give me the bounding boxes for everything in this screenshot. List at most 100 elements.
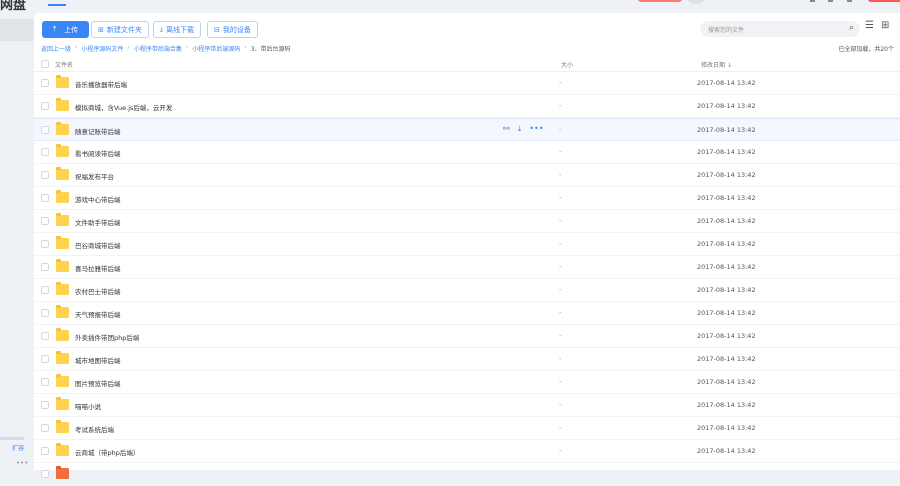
file-name[interactable]: 巴谷商城带后端 (75, 240, 121, 250)
table-row[interactable]: 模拟商城，含Vue.js后端，云开发 - 2017-08-14 13:42 (34, 95, 900, 118)
table-row[interactable]: 喜马拉雅带后端 - 2017-08-14 13:42 (34, 256, 900, 279)
folder-icon (56, 420, 69, 433)
file-name[interactable]: 图片预览带后端 (75, 378, 121, 388)
row-checkbox[interactable] (41, 332, 49, 340)
breadcrumb-item[interactable]: 小程序带后端源码 (192, 44, 240, 53)
table-row[interactable]: 天气预报带后端 - 2017-08-14 13:42 (34, 302, 900, 325)
file-date: 2017-08-14 13:42 (697, 194, 756, 202)
search-input[interactable]: 搜索您的文件 ⌕ (700, 21, 860, 37)
breadcrumb-item[interactable]: 小程序带后端合集 (134, 44, 182, 53)
column-date[interactable]: 修改日期 ↓ (701, 60, 732, 69)
file-name[interactable]: 喜马拉雅带后端 (75, 263, 121, 273)
row-checkbox[interactable] (41, 126, 49, 134)
file-name[interactable]: 城市地图带后端 (75, 355, 121, 365)
promo-button[interactable] (638, 0, 682, 2)
table-row[interactable]: 随意记账带后端 ⚯ ⤓ ••• - 2017-08-14 13:42 (34, 118, 900, 141)
file-name[interactable]: 文件助手带后端 (75, 217, 121, 227)
my-devices-button[interactable]: ⊟ 我的设备 (207, 21, 258, 38)
table-row[interactable]: 文件助手带后端 - 2017-08-14 13:42 (34, 210, 900, 233)
table-row[interactable]: 游戏中心带后端 - 2017-08-14 13:42 (34, 187, 900, 210)
table-row[interactable]: 城市地图带后端 - 2017-08-14 13:42 (34, 348, 900, 371)
row-checkbox[interactable] (41, 217, 49, 225)
file-name[interactable]: 模拟商城，含Vue.js后端，云开发 (75, 102, 172, 112)
more-icon[interactable]: ••• (529, 124, 543, 134)
table-row[interactable]: 音乐播放器带后端 - 2017-08-14 13:42 (34, 72, 900, 95)
table-row[interactable]: 外卖插件带团php后端 - 2017-08-14 13:42 (34, 325, 900, 348)
file-list: 音乐播放器带后端 -2017-08-14 13:42 模拟商城，含Vue.js后端，… (34, 72, 900, 486)
table-row[interactable]: 云商城（带php后端） - 2017-08-14 13:42 (34, 440, 900, 463)
avatar[interactable] (688, 0, 704, 4)
row-checkbox[interactable] (41, 171, 49, 179)
row-checkbox[interactable] (41, 424, 49, 432)
row-checkbox[interactable] (41, 263, 49, 271)
folder-icon (56, 259, 69, 272)
sort-icon[interactable]: ☰ (865, 20, 874, 31)
file-name[interactable]: 喵喵小说 (75, 401, 101, 411)
new-folder-button[interactable]: ⊞ 新建文件夹 (91, 21, 149, 38)
row-checkbox[interactable] (41, 447, 49, 455)
row-checkbox[interactable] (41, 286, 49, 294)
file-size: - (559, 401, 562, 409)
expand-storage-link[interactable]: 扩容 (12, 443, 24, 452)
download-icon[interactable]: ⤓ (518, 124, 522, 134)
file-name[interactable]: 随意记账带后端 (75, 126, 121, 136)
file-name[interactable]: 考试系统后端 (75, 424, 114, 434)
file-name[interactable]: 云商城（带php后端） (75, 447, 139, 457)
file-size: - (559, 378, 562, 386)
table-row[interactable]: 祝福发布平台 - 2017-08-14 13:42 (34, 164, 900, 187)
grid-view-icon[interactable]: ⊞ (881, 20, 889, 31)
vip-button[interactable] (868, 0, 900, 2)
row-checkbox[interactable] (41, 79, 49, 87)
file-date: 2017-08-14 13:42 (697, 378, 756, 386)
more-button[interactable]: ••• (16, 459, 28, 467)
breadcrumb-item[interactable]: 小程序源码文件 (81, 44, 123, 53)
file-name[interactable]: 农村巴士带后端 (75, 286, 121, 296)
upload-icon: ⤒ (53, 25, 57, 33)
file-name[interactable]: 看书阅读带后端 (75, 148, 121, 158)
row-checkbox[interactable] (41, 148, 49, 156)
file-name[interactable]: 天气预报带后端 (75, 309, 121, 319)
column-size[interactable]: 大小 (561, 60, 573, 69)
file-name[interactable]: 音乐播放器带后端 (75, 79, 127, 89)
table-row[interactable]: 考试系统后端 - 2017-08-14 13:42 (34, 417, 900, 440)
file-date: 2017-08-14 13:42 (697, 332, 756, 340)
sidebar-item-active[interactable] (0, 19, 34, 41)
table-row[interactable]: 巴谷商城带后端 - 2017-08-14 13:42 (34, 233, 900, 256)
table-row[interactable]: 喵喵小说 - 2017-08-14 13:42 (34, 394, 900, 417)
row-checkbox[interactable] (41, 378, 49, 386)
sidebar: 扩容 ••• (0, 13, 34, 470)
folder-icon (56, 98, 69, 111)
row-checkbox[interactable] (41, 102, 49, 110)
file-size: - (559, 148, 562, 156)
row-checkbox[interactable] (41, 470, 49, 478)
folder-icon (56, 236, 69, 249)
table-row-partial[interactable] (34, 463, 900, 486)
column-name[interactable]: 文件名 (55, 60, 73, 69)
offline-download-button[interactable]: ⤓ 离线下载 (153, 21, 202, 38)
file-name[interactable]: 祝福发布平台 (75, 171, 114, 181)
share-icon[interactable]: ⚯ (503, 124, 510, 134)
folder-icon (56, 122, 69, 135)
upload-button[interactable]: ⤒ 上传 (42, 21, 90, 38)
table-row[interactable]: 农村巴士带后端 - 2017-08-14 13:42 (34, 279, 900, 302)
sort-down-icon: ↓ (726, 62, 732, 69)
storage-bar (0, 437, 24, 440)
file-count: 已全部加载，共20个 (838, 46, 894, 53)
file-name[interactable]: 外卖插件带团php后端 (75, 332, 139, 342)
row-checkbox[interactable] (41, 240, 49, 248)
folder-icon (56, 144, 69, 157)
table-row[interactable]: 看书阅读带后端 - 2017-08-14 13:42 (34, 141, 900, 164)
search-icon[interactable]: ⌕ (849, 23, 854, 33)
file-name[interactable]: 游戏中心带后端 (75, 194, 121, 204)
select-all-checkbox[interactable] (41, 60, 49, 68)
row-checkbox[interactable] (41, 401, 49, 409)
menu-icon[interactable] (847, 0, 852, 2)
folder-icon (56, 75, 69, 88)
row-checkbox[interactable] (41, 194, 49, 202)
mail-icon[interactable] (828, 0, 833, 2)
table-row[interactable]: 图片预览带后端 - 2017-08-14 13:42 (34, 371, 900, 394)
notification-icon[interactable] (810, 0, 815, 2)
row-checkbox[interactable] (41, 355, 49, 363)
row-checkbox[interactable] (41, 309, 49, 317)
breadcrumb-back[interactable]: 返回上一级 (41, 44, 71, 53)
